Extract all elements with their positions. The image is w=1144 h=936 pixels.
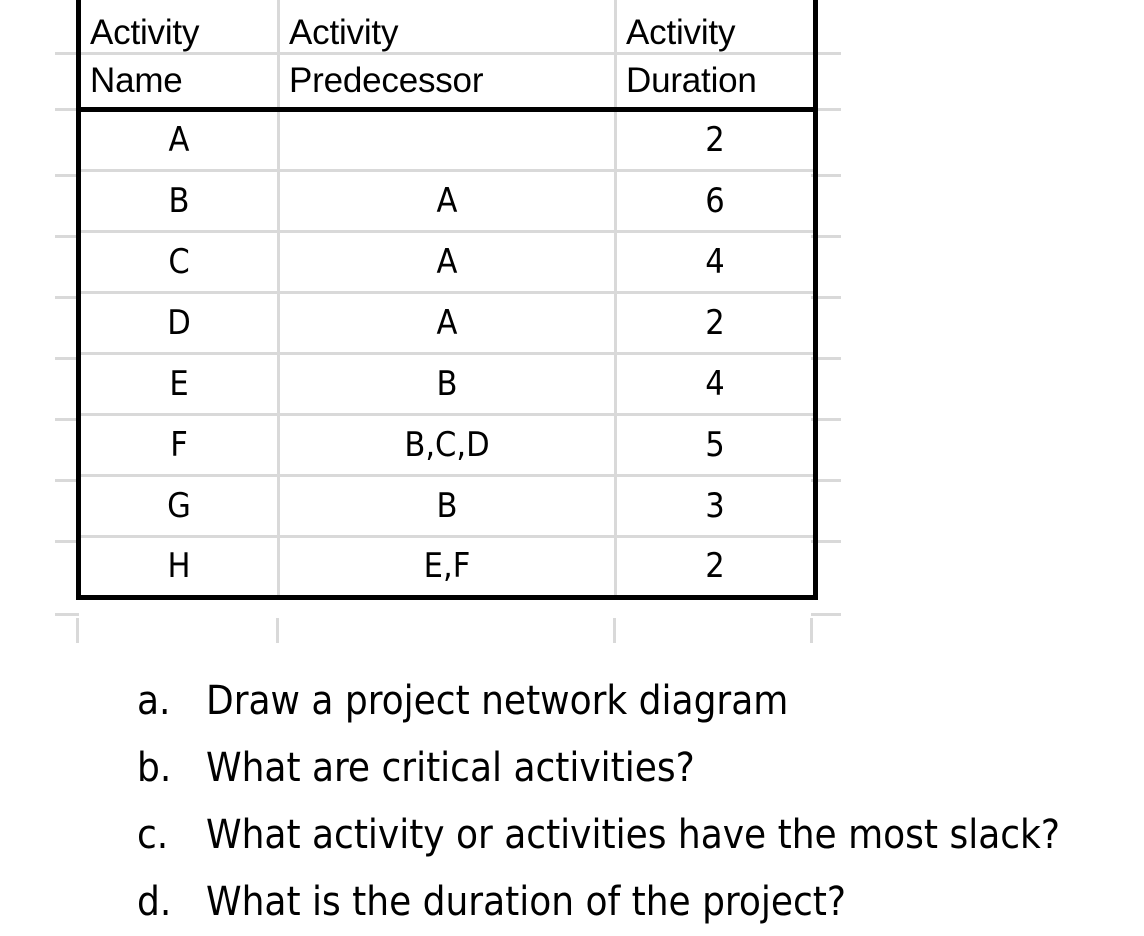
cell-activity-predecessor: E,F (277, 536, 617, 600)
column-header-activity-name-top: Activity (76, 0, 280, 55)
column-header-name: Name (76, 53, 280, 112)
cell-activity-name: G (76, 475, 280, 538)
gridline-stub (811, 613, 841, 616)
gridline-stub (810, 618, 813, 643)
cell-activity-name: A (76, 109, 280, 172)
cell-activity-name: F (76, 414, 280, 477)
cell-activity-duration: 6 (614, 170, 818, 233)
column-header-predecessor: Predecessor (277, 53, 617, 112)
gridline-stub (55, 613, 79, 616)
list-item: c. What activity or activities have the … (0, 802, 1144, 869)
cell-activity-predecessor: A (277, 231, 617, 294)
cell-activity-name: H (76, 536, 280, 600)
table-header-row-bottom: Name Predecessor Duration (76, 53, 818, 112)
list-item-marker: d. (137, 879, 172, 925)
cell-activity-duration: 5 (614, 414, 818, 477)
cell-activity-predecessor: A (277, 292, 617, 355)
question-list: a. Draw a project network diagram b. Wha… (0, 668, 1144, 936)
cell-activity-predecessor: A (277, 170, 617, 233)
cell-activity-predecessor (277, 109, 617, 172)
column-header-duration: Duration (614, 53, 818, 112)
table-row: G B 3 (76, 475, 818, 538)
gridline-stub (276, 618, 279, 643)
table-row: B A 6 (76, 170, 818, 233)
list-item: b. What are critical activities? (0, 735, 1144, 802)
cell-activity-predecessor: B (277, 353, 617, 416)
table-body: A 2 B A 6 C A 4 D A 2 E B 4 F B,C,D 5 G … (76, 109, 818, 600)
table-row: E B 4 (76, 353, 818, 416)
cell-activity-predecessor: B,C,D (277, 414, 617, 477)
activity-table: Activity Activity Activity Name Predeces… (76, 0, 818, 600)
table-row: H E,F 2 (76, 536, 818, 600)
list-item-marker: b. (137, 745, 172, 791)
table-header: Activity Activity Activity Name Predeces… (76, 0, 818, 112)
cell-activity-duration: 4 (614, 353, 818, 416)
list-item-text: What activity or activities have the mos… (206, 812, 1060, 858)
column-header-activity-duration-top: Activity (614, 0, 818, 55)
list-item: a. Draw a project network diagram (0, 668, 1144, 735)
table-row: F B,C,D 5 (76, 414, 818, 477)
gridline-stub (76, 618, 79, 643)
cell-activity-duration: 4 (614, 231, 818, 294)
cell-activity-duration: 3 (614, 475, 818, 538)
spreadsheet-region: Activity Activity Activity Name Predeces… (0, 0, 1144, 655)
cell-activity-predecessor: B (277, 475, 617, 538)
list-item-marker: a. (137, 678, 171, 724)
list-item-text: What are critical activities? (206, 745, 695, 791)
cell-activity-duration: 2 (614, 292, 818, 355)
cell-activity-name: D (76, 292, 280, 355)
table-header-row-top: Activity Activity Activity (76, 0, 818, 55)
list-item-text: What is the duration of the project? (206, 879, 846, 925)
list-item: d. What is the duration of the project? (0, 869, 1144, 936)
table-row: C A 4 (76, 231, 818, 294)
column-header-activity-predecessor-top: Activity (277, 0, 617, 55)
cell-activity-name: E (76, 353, 280, 416)
cell-activity-duration: 2 (614, 536, 818, 600)
cell-activity-duration: 2 (614, 109, 818, 172)
gridline-stub (613, 618, 616, 643)
cell-activity-name: C (76, 231, 280, 294)
cell-activity-name: B (76, 170, 280, 233)
list-item-text: Draw a project network diagram (206, 678, 789, 724)
table-row: A 2 (76, 109, 818, 172)
list-item-marker: c. (137, 812, 169, 858)
table-row: D A 2 (76, 292, 818, 355)
